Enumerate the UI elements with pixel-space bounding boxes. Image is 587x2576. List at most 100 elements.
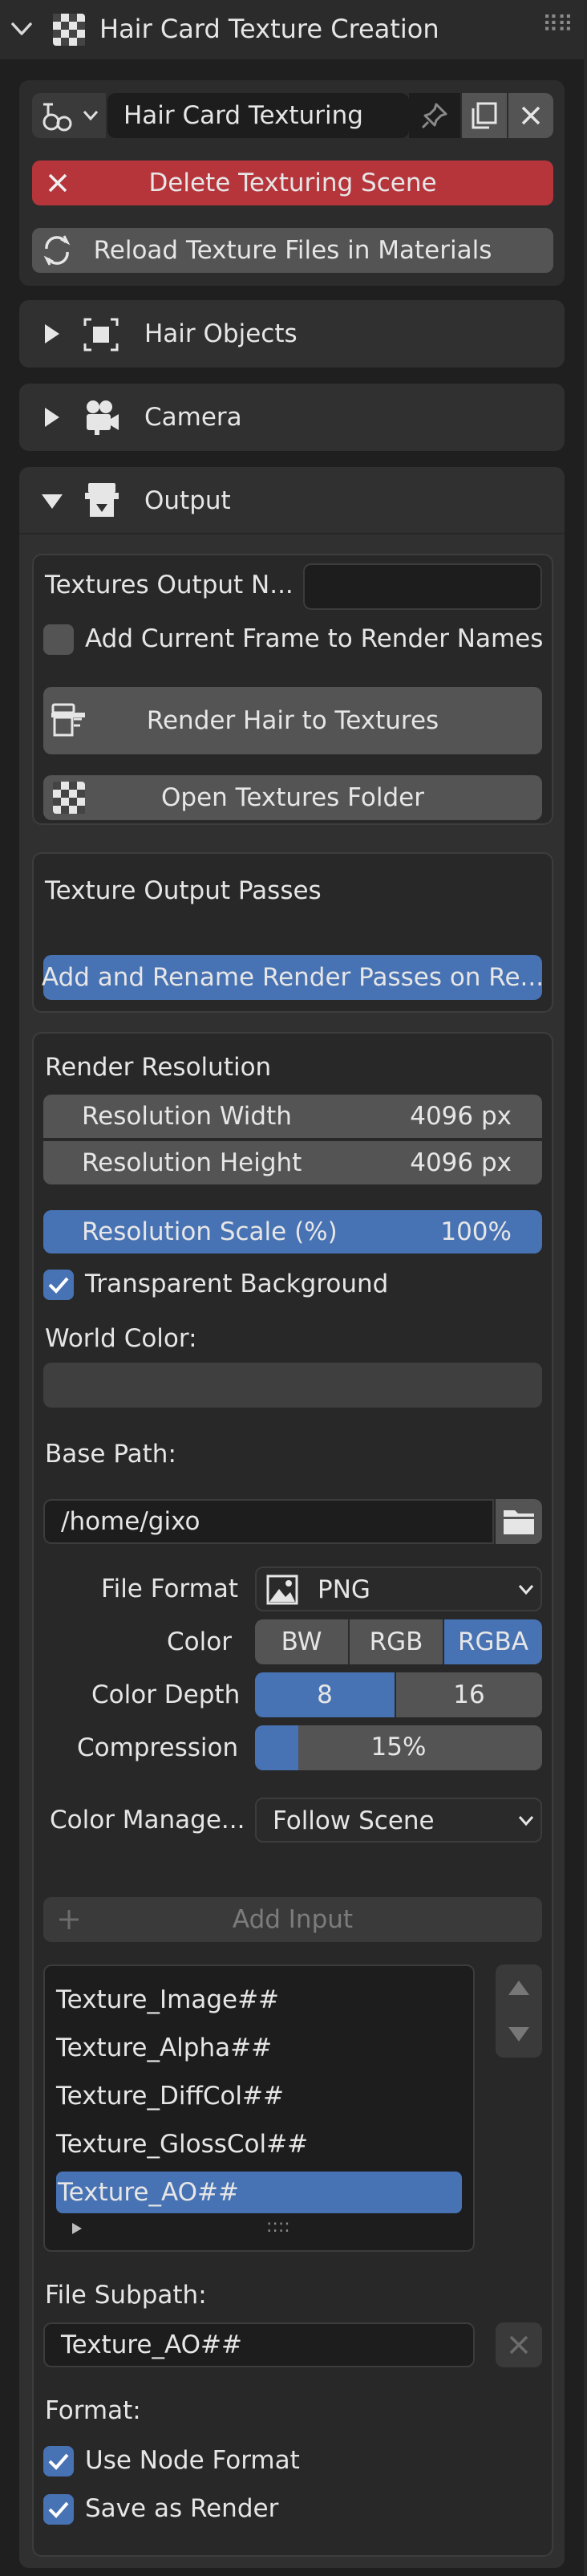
render-icon: [51, 703, 85, 737]
color-option-bw[interactable]: BW: [255, 1619, 350, 1664]
color-management-dropdown[interactable]: Follow Scene: [255, 1798, 542, 1843]
pin-button[interactable]: [409, 93, 460, 138]
render-resolution-title: Render Resolution: [45, 1053, 272, 1082]
panel-header[interactable]: Hair Card Texture Creation ⠿⠿: [0, 0, 587, 59]
color-depth-option-8[interactable]: 8: [255, 1672, 396, 1717]
add-rename-passes-button[interactable]: Add and Rename Render Passes on Re...: [41, 955, 544, 1000]
compression-slider[interactable]: 15%: [255, 1725, 542, 1770]
list-item[interactable]: Texture_Image##: [56, 1985, 279, 2014]
output-header[interactable]: Output: [19, 467, 565, 534]
add-input-button[interactable]: Add Input: [43, 1897, 542, 1942]
collapse-chevron-icon[interactable]: [10, 19, 34, 39]
color-depth-selector: 8 16: [255, 1672, 542, 1717]
section-hair-objects[interactable]: Hair Objects: [19, 300, 565, 368]
render-hair-to-textures-button[interactable]: Render Hair to Textures: [43, 687, 542, 754]
render-label: Render Hair to Textures: [146, 706, 439, 735]
duplicate-scene-button[interactable]: [462, 93, 507, 138]
color-mode-selector: BW RGB RGBA: [255, 1619, 542, 1664]
section-label: Camera: [144, 403, 242, 432]
move-up-icon[interactable]: [507, 1979, 531, 1997]
base-path-label: Base Path:: [45, 1440, 176, 1469]
file-subpath-input[interactable]: Texture_AO##: [43, 2322, 475, 2367]
base-path-value: /home/gixo: [61, 1507, 200, 1536]
add-rename-label: Add and Rename Render Passes on Re...: [41, 963, 544, 992]
reload-textures-button[interactable]: Reload Texture Files in Materials: [32, 228, 553, 273]
camera-icon: [87, 400, 119, 435]
move-down-icon[interactable]: [507, 2025, 531, 2043]
scene-name-field[interactable]: Hair Card Texturing: [107, 93, 409, 138]
resolution-scale-slider[interactable]: Resolution Scale (%) 100%: [43, 1210, 542, 1253]
collapse-arrow-icon: [42, 494, 63, 509]
delete-label: Delete Texturing Scene: [148, 169, 437, 197]
color-option-rgba[interactable]: RGBA: [444, 1619, 542, 1664]
file-format-value: PNG: [318, 1575, 370, 1604]
list-item[interactable]: Texture_GlossCol##: [56, 2130, 308, 2159]
section-label: Hair Objects: [144, 319, 298, 348]
section-label: Output: [144, 486, 231, 515]
list-item[interactable]: Texture_DiffCol##: [56, 2082, 284, 2111]
drag-handle-icon[interactable]: ⠿⠿: [542, 11, 573, 38]
chevron-down-icon: [83, 111, 99, 121]
file-format-label: File Format: [101, 1574, 238, 1603]
expand-filter-icon[interactable]: [71, 2221, 83, 2236]
browse-folder-button[interactable]: [496, 1499, 542, 1544]
color-depth-label: Color Depth: [91, 1680, 241, 1709]
save-as-render-label: Save as Render: [85, 2494, 279, 2523]
scrollbar[interactable]: [584, 0, 587, 2576]
scene-browse-button[interactable]: [32, 93, 106, 138]
checkmark-icon: [48, 2501, 69, 2518]
section-camera[interactable]: Camera: [19, 384, 565, 451]
scene-icon: [43, 103, 72, 132]
transparent-background-checkbox[interactable]: [43, 1270, 74, 1300]
clear-subpath-button[interactable]: [496, 2322, 542, 2367]
save-as-render-checkbox[interactable]: [43, 2494, 74, 2525]
resolution-height-field[interactable]: Resolution Height 4096 px: [43, 1141, 542, 1184]
color-depth-option-16[interactable]: 16: [396, 1672, 542, 1717]
transparent-background-label: Transparent Background: [85, 1270, 389, 1298]
color-label: Color: [167, 1627, 232, 1656]
scene-name-text: Hair Card Texturing: [123, 101, 363, 130]
file-subpath-label: File Subpath:: [45, 2281, 207, 2310]
base-path-input[interactable]: /home/gixo: [43, 1499, 494, 1544]
use-node-format-checkbox[interactable]: [43, 2446, 74, 2476]
unlink-scene-button[interactable]: [508, 93, 553, 138]
list-item-selected[interactable]: Texture_AO##: [56, 2172, 462, 2213]
resolution-scale-label: Resolution Scale (%): [82, 1217, 338, 1246]
checker-texture-icon: [53, 782, 85, 814]
open-textures-folder-button[interactable]: Open Textures Folder: [43, 775, 542, 820]
add-input-label: Add Input: [232, 1905, 354, 1934]
file-format-dropdown[interactable]: PNG: [255, 1566, 542, 1611]
resolution-scale-value: 100%: [440, 1217, 512, 1246]
resolution-height-label: Resolution Height: [82, 1148, 302, 1177]
textures-output-name-label: Textures Output N...: [45, 571, 294, 599]
chevron-down-icon: [518, 1585, 534, 1595]
textures-output-name-input[interactable]: [303, 563, 542, 610]
add-frame-checkbox[interactable]: [43, 624, 74, 655]
resolution-width-value: 4096 px: [410, 1102, 512, 1131]
list-resize-handle[interactable]: ::::: [266, 2216, 290, 2237]
close-icon: [48, 173, 67, 193]
world-color-swatch[interactable]: [43, 1363, 542, 1408]
resolution-width-field[interactable]: Resolution Width 4096 px: [43, 1095, 542, 1138]
color-option-rgb[interactable]: RGB: [350, 1619, 444, 1664]
reload-icon: [43, 235, 71, 266]
use-node-format-label: Use Node Format: [85, 2446, 300, 2475]
checker-texture-icon: [53, 14, 85, 46]
open-folder-label: Open Textures Folder: [161, 783, 424, 812]
checkmark-icon: [48, 1277, 69, 1294]
color-management-value: Follow Scene: [273, 1806, 435, 1835]
world-color-label: World Color:: [45, 1324, 197, 1353]
resolution-width-label: Resolution Width: [82, 1102, 292, 1131]
file-subpath-value: Texture_AO##: [61, 2330, 242, 2359]
expand-arrow-icon: [45, 408, 59, 427]
reload-label: Reload Texture Files in Materials: [93, 236, 492, 265]
list-item[interactable]: Texture_Alpha##: [56, 2034, 272, 2062]
image-icon: [266, 1574, 298, 1605]
output-icon: [85, 483, 119, 517]
list-move-controls: [496, 1965, 542, 2058]
close-icon: [509, 2335, 528, 2355]
compression-value: 15%: [370, 1733, 427, 1761]
delete-texturing-scene-button[interactable]: Delete Texturing Scene: [32, 160, 553, 205]
folder-icon: [504, 1510, 534, 1534]
plus-icon: [59, 1910, 79, 1929]
